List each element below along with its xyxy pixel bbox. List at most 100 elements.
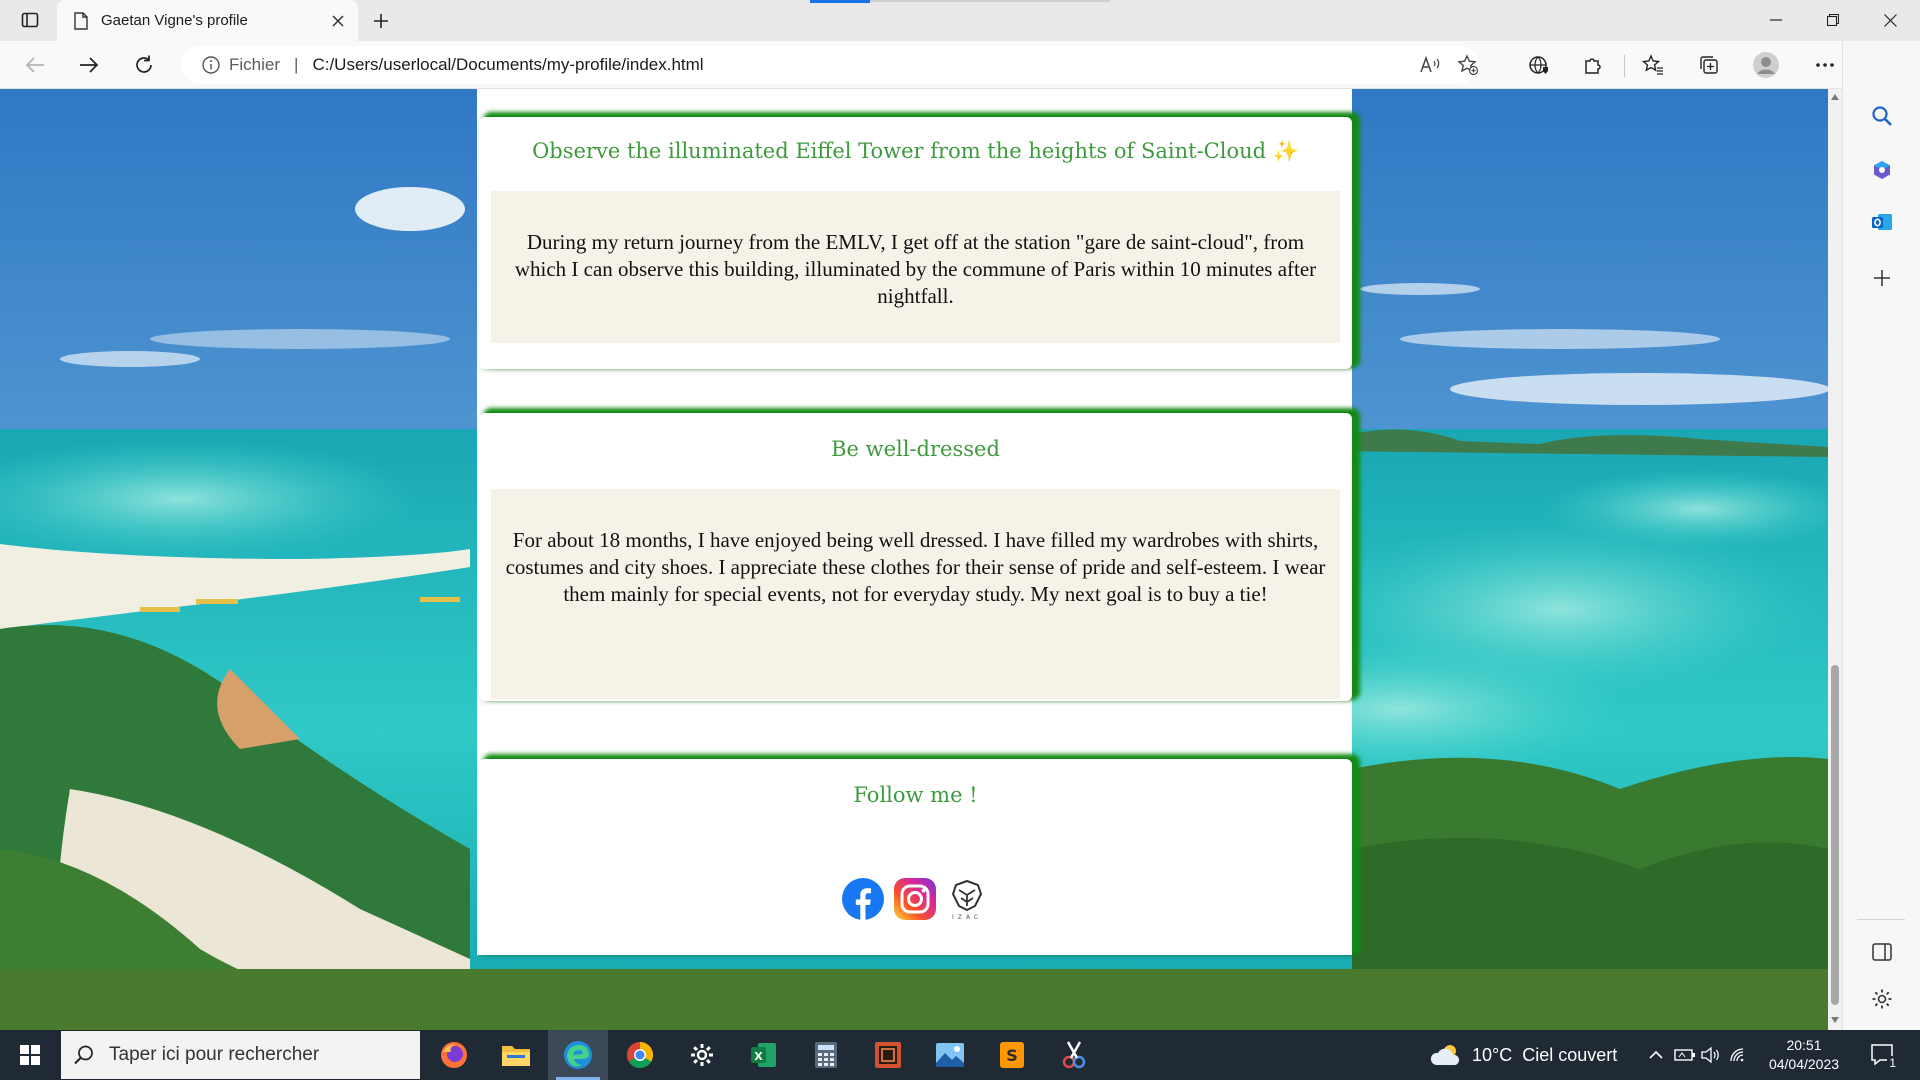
card-title-eiffel-text: Observe the illuminated Eiffel Tower fro… xyxy=(532,139,1267,163)
sidebar-panel-icon xyxy=(1872,943,1892,961)
presentation-app-icon xyxy=(875,1042,901,1068)
chevron-up-icon xyxy=(1649,1050,1663,1059)
volume-tray-button[interactable] xyxy=(1698,1042,1724,1068)
firefox-icon xyxy=(441,1042,467,1068)
speaker-icon xyxy=(1701,1047,1719,1063)
back-button[interactable] xyxy=(16,46,54,84)
browser-toolbar: Fichier | C:/Users/userlocal/Documents/m… xyxy=(0,41,1920,89)
izac-label: IZAC xyxy=(951,913,983,921)
shopping-tag-icon xyxy=(1874,161,1890,179)
taskbar-snipping-tool[interactable] xyxy=(1044,1030,1104,1080)
minimize-button[interactable] xyxy=(1746,0,1806,40)
facebook-link[interactable] xyxy=(839,875,887,923)
scroll-down-arrow-icon[interactable] xyxy=(1831,1017,1839,1023)
outlook-icon xyxy=(1872,214,1892,230)
follow-card: Follow me ! IZAC xyxy=(479,759,1352,955)
close-window-button[interactable] xyxy=(1860,0,1920,40)
taskbar-settings[interactable] xyxy=(672,1030,732,1080)
start-button[interactable] xyxy=(0,1030,60,1080)
taskbar-clock[interactable]: 20:51 04/04/2023 xyxy=(1756,1036,1852,1074)
tab-close-button[interactable] xyxy=(324,7,352,35)
taskbar-firefox[interactable] xyxy=(424,1030,484,1080)
card-body-eiffel: During my return journey from the EMLV, … xyxy=(491,191,1340,343)
battery-icon xyxy=(1674,1049,1695,1061)
address-bar[interactable]: Fichier | C:/Users/userlocal/Documents/m… xyxy=(181,46,1479,84)
toolbar-divider xyxy=(1624,55,1625,77)
taskbar-sublime-text[interactable]: S xyxy=(982,1030,1042,1080)
scroll-up-arrow-icon[interactable] xyxy=(1831,94,1839,100)
weather-description: Ciel couvert xyxy=(1522,1044,1618,1065)
arrow-left-icon xyxy=(25,57,44,73)
tab-title: Gaetan Vigne's profile xyxy=(101,12,248,29)
instagram-link[interactable] xyxy=(891,875,939,923)
title-bar: Gaetan Vigne's profile xyxy=(0,0,1920,41)
sublime-text-icon: S xyxy=(1000,1042,1024,1068)
avatar-icon xyxy=(1753,52,1779,78)
minimize-icon xyxy=(1770,19,1782,21)
hide-sidebar-button[interactable] xyxy=(1863,933,1901,971)
taskbar-edge[interactable] xyxy=(548,1030,608,1080)
taskbar-excel[interactable]: X xyxy=(734,1030,794,1080)
profile-button[interactable] xyxy=(1747,46,1785,84)
windows-logo-icon xyxy=(20,1045,40,1065)
new-tab-button[interactable] xyxy=(364,6,398,36)
collections-icon xyxy=(1700,56,1718,74)
sidebar-settings-button[interactable] xyxy=(1863,980,1901,1018)
instagram-icon xyxy=(894,878,936,920)
browser-tab[interactable]: Gaetan Vigne's profile xyxy=(57,0,358,41)
search-placeholder: Taper ici pour rechercher xyxy=(109,1044,320,1065)
page-scrollbar[interactable] xyxy=(1828,89,1842,1030)
calculator-icon xyxy=(815,1042,837,1068)
extensions-button[interactable] xyxy=(1574,46,1612,84)
sidebar-shopping-button[interactable] xyxy=(1863,151,1901,189)
add-favorite-button[interactable] xyxy=(1449,46,1487,84)
windows-taskbar: Taper ici pour rechercher X S 10°C Ciel … xyxy=(0,1030,1920,1080)
notifications-button[interactable]: 1 xyxy=(1868,1040,1898,1070)
settings-more-button[interactable] xyxy=(1806,46,1844,84)
battery-tray-button[interactable] xyxy=(1672,1042,1698,1068)
card-title-eiffel: Observe the illuminated Eiffel Tower fro… xyxy=(479,139,1352,164)
read-aloud-icon xyxy=(1420,55,1440,73)
taskbar-file-explorer[interactable] xyxy=(486,1030,546,1080)
scrollbar-thumb[interactable] xyxy=(1831,665,1839,1005)
read-aloud-button[interactable] xyxy=(1411,46,1449,84)
tab-actions-icon xyxy=(21,12,39,28)
taskbar-calculator[interactable] xyxy=(796,1030,856,1080)
tab-actions-menu-button[interactable] xyxy=(12,6,48,34)
tab-strip-accent xyxy=(810,0,870,3)
favorites-icon xyxy=(1642,54,1663,75)
sparkles-emoji-icon: ✨ xyxy=(1272,139,1299,163)
refresh-button[interactable] xyxy=(125,46,163,84)
folder-icon xyxy=(502,1046,530,1066)
gear-icon xyxy=(691,1044,713,1066)
show-hidden-icons-button[interactable] xyxy=(1643,1042,1669,1068)
taskbar-photos[interactable] xyxy=(920,1030,980,1080)
clock-time: 20:51 xyxy=(1786,1037,1822,1053)
close-icon xyxy=(1883,13,1897,27)
taskbar-search-box[interactable]: Taper ici pour rechercher xyxy=(61,1031,420,1079)
restore-button[interactable] xyxy=(1803,0,1863,40)
address-separator: | xyxy=(294,55,299,74)
gear-icon xyxy=(1872,989,1892,1009)
address-scheme: Fichier xyxy=(229,55,281,74)
network-tray-button[interactable] xyxy=(1726,1042,1752,1068)
forward-button[interactable] xyxy=(70,46,108,84)
izac-link[interactable]: IZAC xyxy=(943,875,991,923)
notification-count: 1 xyxy=(1887,1056,1898,1070)
sidebar-outlook-button[interactable] xyxy=(1863,203,1901,241)
taskbar-powerpoint[interactable] xyxy=(858,1030,918,1080)
taskbar-chrome[interactable] xyxy=(610,1030,670,1080)
search-icon xyxy=(74,1045,93,1065)
weather-widget[interactable]: 10°C Ciel couvert xyxy=(1430,1030,1617,1080)
plus-icon xyxy=(1874,270,1890,286)
facebook-icon xyxy=(842,878,884,920)
edge-icon xyxy=(564,1041,592,1069)
sublime-letter: S xyxy=(1006,1046,1018,1065)
favorites-button[interactable] xyxy=(1634,46,1672,84)
sidebar-add-button[interactable] xyxy=(1863,259,1901,297)
address-url[interactable]: C:/Users/userlocal/Documents/my-profile/… xyxy=(312,55,703,75)
sidebar-search-button[interactable] xyxy=(1863,97,1901,135)
browser-essentials-button[interactable] xyxy=(1520,46,1558,84)
chrome-icon xyxy=(626,1041,654,1069)
collections-button[interactable] xyxy=(1690,46,1728,84)
